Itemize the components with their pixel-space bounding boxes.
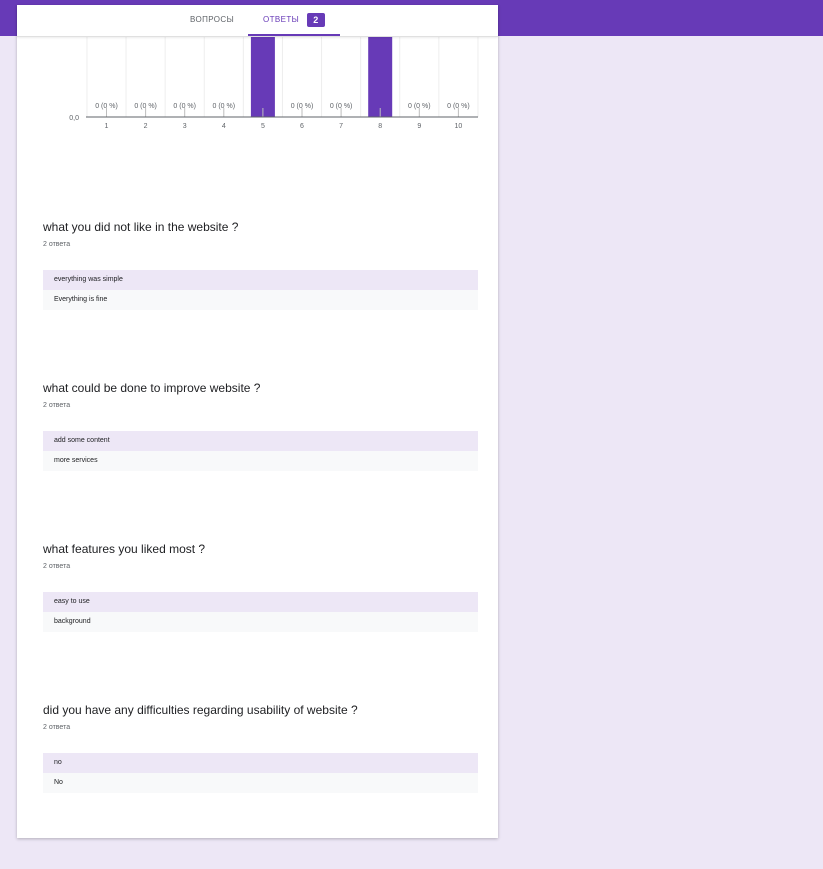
answer-row: background [43,612,478,632]
x-tick-label: 9 [417,123,421,130]
answer-list: no No [43,753,478,793]
question-title: did you have any difficulties regarding … [43,703,358,717]
question-block: did you have any difficulties regarding … [43,701,478,793]
rating-bar-chart: 0 (0 %)10 (0 %)20 (0 %)30 (0 %)4 50 (0 %)… [69,36,479,130]
x-tick-label: 8 [378,123,382,130]
answer-row: everything was simple [43,270,478,290]
bar-8[interactable] [368,36,393,117]
answer-row: add some content [43,431,478,451]
answer-row: easy to use [43,592,478,612]
y-tick-label: 0,0 [69,115,79,122]
question-title: what you did not like in the website ? [43,220,239,234]
answer-row: no [43,753,478,773]
question-title: what features you liked most ? [43,542,206,556]
answers-count-badge: 2 [307,13,325,27]
x-tick-label: 3 [183,123,187,130]
x-tick-label: 7 [339,123,343,130]
x-tick-label: 1 [105,123,109,130]
tab-questions[interactable]: ВОПРОСЫ [190,5,234,36]
responses-card: 0 (0 %) 1 0 (0 %) 2 0 (0 %) 3 0 (0 %) 4 5 0 (0 %)… [17,5,498,838]
tab-bar: ВОПРОСЫ ОТВЕТЫ 2 [17,5,498,37]
x-tick-label: 5 [261,123,265,130]
answer-list: easy to use background [43,592,478,632]
question-block: what features you liked most ? 2 ответа … [43,540,478,632]
question-block: what you did not like in the website ? 2… [43,218,478,310]
bar-5[interactable] [250,36,275,117]
response-count: 2 ответа [43,241,71,248]
x-tick-label: 4 [222,123,226,130]
response-count: 2 ответа [43,724,71,731]
answer-row: No [43,773,478,793]
answer-row: more services [43,451,478,471]
x-tick-label: 10 [455,123,463,130]
response-count: 2 ответа [43,563,71,570]
answer-list: everything was simple Everything is fine [43,270,478,310]
answer-list: add some content more services [43,431,478,471]
response-count: 2 ответа [43,402,71,409]
question-block: what could be done to improve website ? … [43,379,478,471]
x-tick-label: 2 [144,123,148,130]
x-tick-label: 6 [300,123,304,130]
tab-answers[interactable]: ОТВЕТЫ 2 [248,5,340,36]
answer-row: Everything is fine [43,290,478,310]
question-title: what could be done to improve website ? [43,381,261,395]
tab-answers-label: ОТВЕТЫ [263,15,300,24]
